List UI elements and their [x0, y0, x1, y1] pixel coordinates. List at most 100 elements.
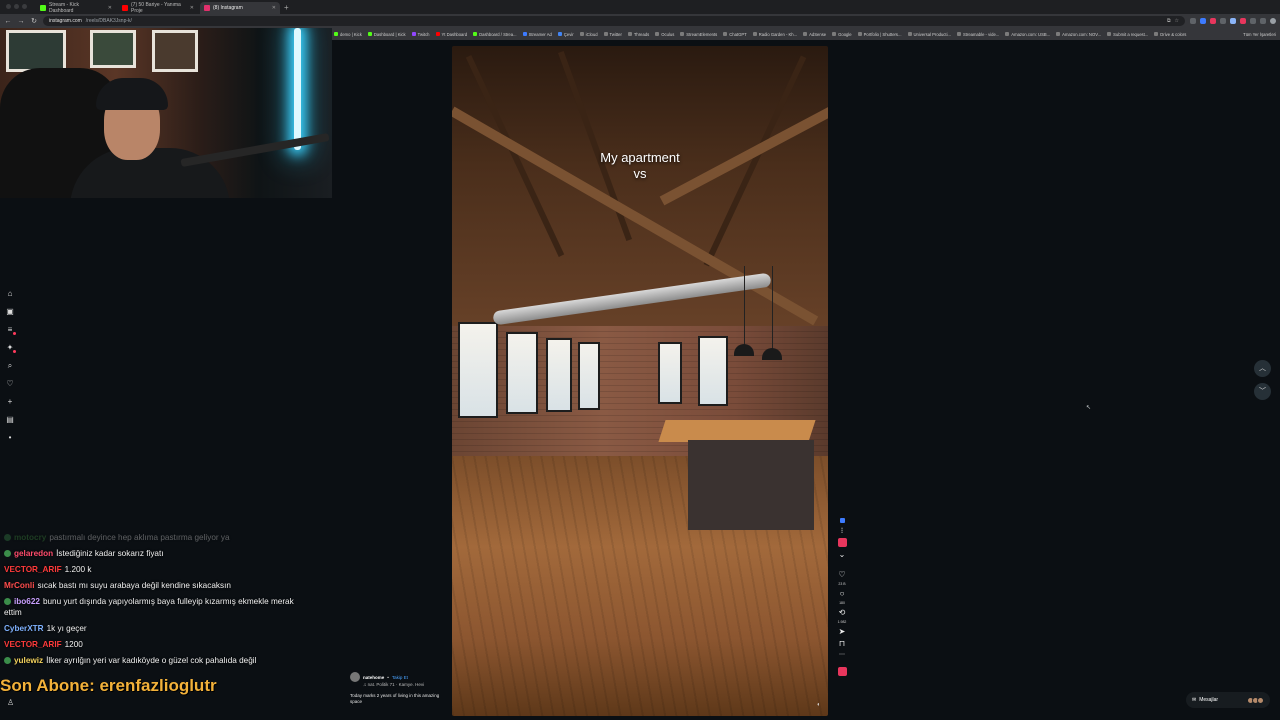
chat-message: VECTOR_ARIF 1.200 k [4, 564, 304, 575]
bookmark-item[interactable]: Submit a request... [1107, 32, 1148, 37]
tab-instagram[interactable]: (8) Instagram ✕ [200, 2, 280, 14]
chat-message: motocry pastırmalı deyince hep aklıma pas… [4, 532, 304, 543]
back-icon[interactable]: ← [4, 18, 12, 25]
new-tab-button[interactable]: + [284, 2, 289, 14]
comment-icon[interactable]: ○ [840, 589, 845, 598]
install-icon[interactable]: ⧉ [1167, 18, 1171, 24]
rating-icon[interactable]: ⁝ [841, 526, 844, 535]
tab-youtube[interactable]: (7) 50 Bariye - Yanıma Proje ✕ [118, 2, 198, 14]
chat-text: pastırmalı deyince hep aklıma pastırma g… [49, 533, 230, 542]
dashboard-icon[interactable]: ▤ [5, 416, 15, 424]
profile-icon[interactable] [1270, 18, 1276, 24]
chat-badge-icon [4, 657, 11, 664]
chat-text: bunu yurt dışında yapıyolarmış baya full… [4, 597, 294, 617]
reel-video[interactable]: My apartment vs ◖ [452, 46, 828, 716]
chat-text: sıcak bastı mı suyu arabaya değil kendin… [37, 581, 231, 590]
instagram-sidebar: ⌂ ▣ ≡ ✦ ⌕ ♡ + ▤ • [5, 290, 16, 442]
next-reel-button[interactable]: ﹀ [1254, 383, 1271, 400]
bookmark-item[interactable]: Threads [627, 32, 649, 37]
recording-badge-icon[interactable] [837, 538, 847, 547]
bookmark-item[interactable]: Oculus [655, 32, 674, 37]
chat-username: motocry [14, 533, 47, 542]
bookmark-item[interactable]: Dashboard | Kick [367, 32, 406, 37]
messages-button[interactable]: ✉ Mesajlar [1186, 692, 1270, 708]
like-icon[interactable]: ♡ [838, 570, 845, 579]
kick-favicon-icon [40, 5, 46, 11]
menu-icon[interactable]: ≡ [5, 326, 16, 335]
bookmark-item[interactable]: Radio Garden - Kh... [752, 32, 797, 37]
bookmark-item[interactable]: iCloud [579, 32, 598, 37]
audio-track[interactable]: ♫ nat. Politik 71 · Kamye. Hevi [363, 682, 450, 687]
all-bookmarks-folder[interactable]: Tüm Yer İşaretleri [1243, 32, 1276, 37]
chevron-down-icon[interactable]: ⌄ [839, 550, 846, 559]
bookmark-item[interactable]: Amazon.com: NOV... [1056, 32, 1101, 37]
bookmark-item[interactable]: Twitter [603, 32, 622, 37]
notifications-icon[interactable]: ♡ [5, 380, 15, 388]
bookmark-item[interactable]: ChatGPT [723, 32, 747, 37]
extension-icon[interactable] [1220, 18, 1226, 24]
bookmark-item[interactable]: Drive & colors [1154, 32, 1186, 37]
repost-icon[interactable]: ⟲ [839, 608, 846, 617]
search-icon[interactable]: ⌕ [5, 362, 15, 370]
chat-username: MrConli [4, 581, 35, 590]
bookmark-item[interactable]: demo | Kick [334, 32, 362, 37]
bookmark-item[interactable]: Universal Producti... [907, 32, 951, 37]
extension-icon[interactable] [1200, 18, 1206, 24]
tab-close-icon[interactable]: ✕ [108, 5, 112, 11]
save-icon[interactable]: ⊓ [839, 639, 845, 648]
reels-icon[interactable]: ▣ [5, 308, 15, 316]
tab-kick-dashboard[interactable]: Stream - Kick Dashboard ✕ [36, 2, 116, 14]
chat-badge-icon [4, 534, 11, 541]
bookmarks-bar: demo | Kick Dashboard | Kick Twitch Yt D… [330, 28, 1280, 40]
bookmark-item[interactable]: Streamable - vide... [956, 32, 999, 37]
extension-icon[interactable] [1240, 18, 1246, 24]
address-bar[interactable]: instagram.com/reels/DBAK3Jsnp-k/ ⧉ ☆ [43, 16, 1185, 26]
reel-actions: ⁝ ⌄ ♡ 23 B ○ 180 ⟲ 1.982 ➤ ⊓ ⋯ [835, 518, 849, 676]
profile-icon[interactable]: • [5, 434, 15, 442]
bookmark-item[interactable]: Yt Dashboard [435, 32, 467, 37]
forward-icon[interactable]: → [17, 18, 25, 25]
more-icon[interactable]: ♙ [7, 698, 14, 707]
extension-icon[interactable] [1260, 18, 1266, 24]
message-avatars [1247, 696, 1264, 704]
bookmark-item[interactable]: StreamElements [680, 32, 717, 37]
window-controls[interactable] [6, 4, 27, 9]
audio-thumbnail-icon[interactable] [837, 667, 847, 676]
home-icon[interactable]: ⌂ [5, 290, 15, 298]
share-icon[interactable]: ➤ [839, 627, 846, 636]
reel-info: natehome • Takip Et ♫ nat. Politik 71 · … [350, 672, 450, 705]
extension-icon[interactable] [1250, 18, 1256, 24]
chat-username: gelaredon [14, 549, 54, 558]
chat-text: İlker ayrılğın yeri var kadıköyde o güze… [46, 656, 257, 665]
bookmark-item[interactable]: Twitch [411, 32, 430, 37]
chat-text: 1k yı geçer [46, 624, 87, 633]
extension-icon[interactable] [1230, 18, 1236, 24]
extension-icon[interactable] [1190, 18, 1196, 24]
bookmark-star-icon[interactable]: ☆ [1175, 18, 1179, 24]
like-count: 23 B [838, 582, 846, 586]
follow-button[interactable]: Takip Et [392, 675, 408, 680]
more-options-icon[interactable]: ⋯ [839, 651, 845, 658]
tab-close-icon[interactable]: ✕ [272, 5, 276, 11]
bookmark-item[interactable]: Dashboard / Strea... [473, 32, 517, 37]
chat-text: 1200 [64, 640, 83, 649]
chat-badge-icon [4, 598, 11, 605]
chat-username: VECTOR_ARIF [4, 565, 62, 574]
reload-icon[interactable]: ↻ [30, 17, 38, 25]
author-avatar[interactable] [350, 672, 360, 682]
extension-icon[interactable] [1210, 18, 1216, 24]
create-icon[interactable]: + [5, 398, 15, 406]
bookmark-item[interactable]: Çevir [557, 32, 574, 37]
bookmark-item[interactable]: Google [832, 32, 852, 37]
bookmark-item[interactable]: Portfolio | Shutters... [857, 32, 902, 37]
author-name[interactable]: natehome [363, 675, 384, 680]
explore-icon[interactable]: ✦ [5, 344, 16, 353]
bookmark-item[interactable]: Streamer Ad [522, 32, 552, 37]
mute-icon[interactable]: ◖ [816, 702, 820, 708]
previous-reel-button[interactable]: ︿ [1254, 360, 1271, 377]
extension-icons [1190, 18, 1276, 24]
last-subscriber-banner: Son Abone: erenfazlioglutr [0, 676, 217, 695]
bookmark-item[interactable]: Amazon.com: USB... [1005, 32, 1050, 37]
bookmark-item[interactable]: AdSense [803, 32, 826, 37]
tab-close-icon[interactable]: ✕ [190, 5, 194, 11]
